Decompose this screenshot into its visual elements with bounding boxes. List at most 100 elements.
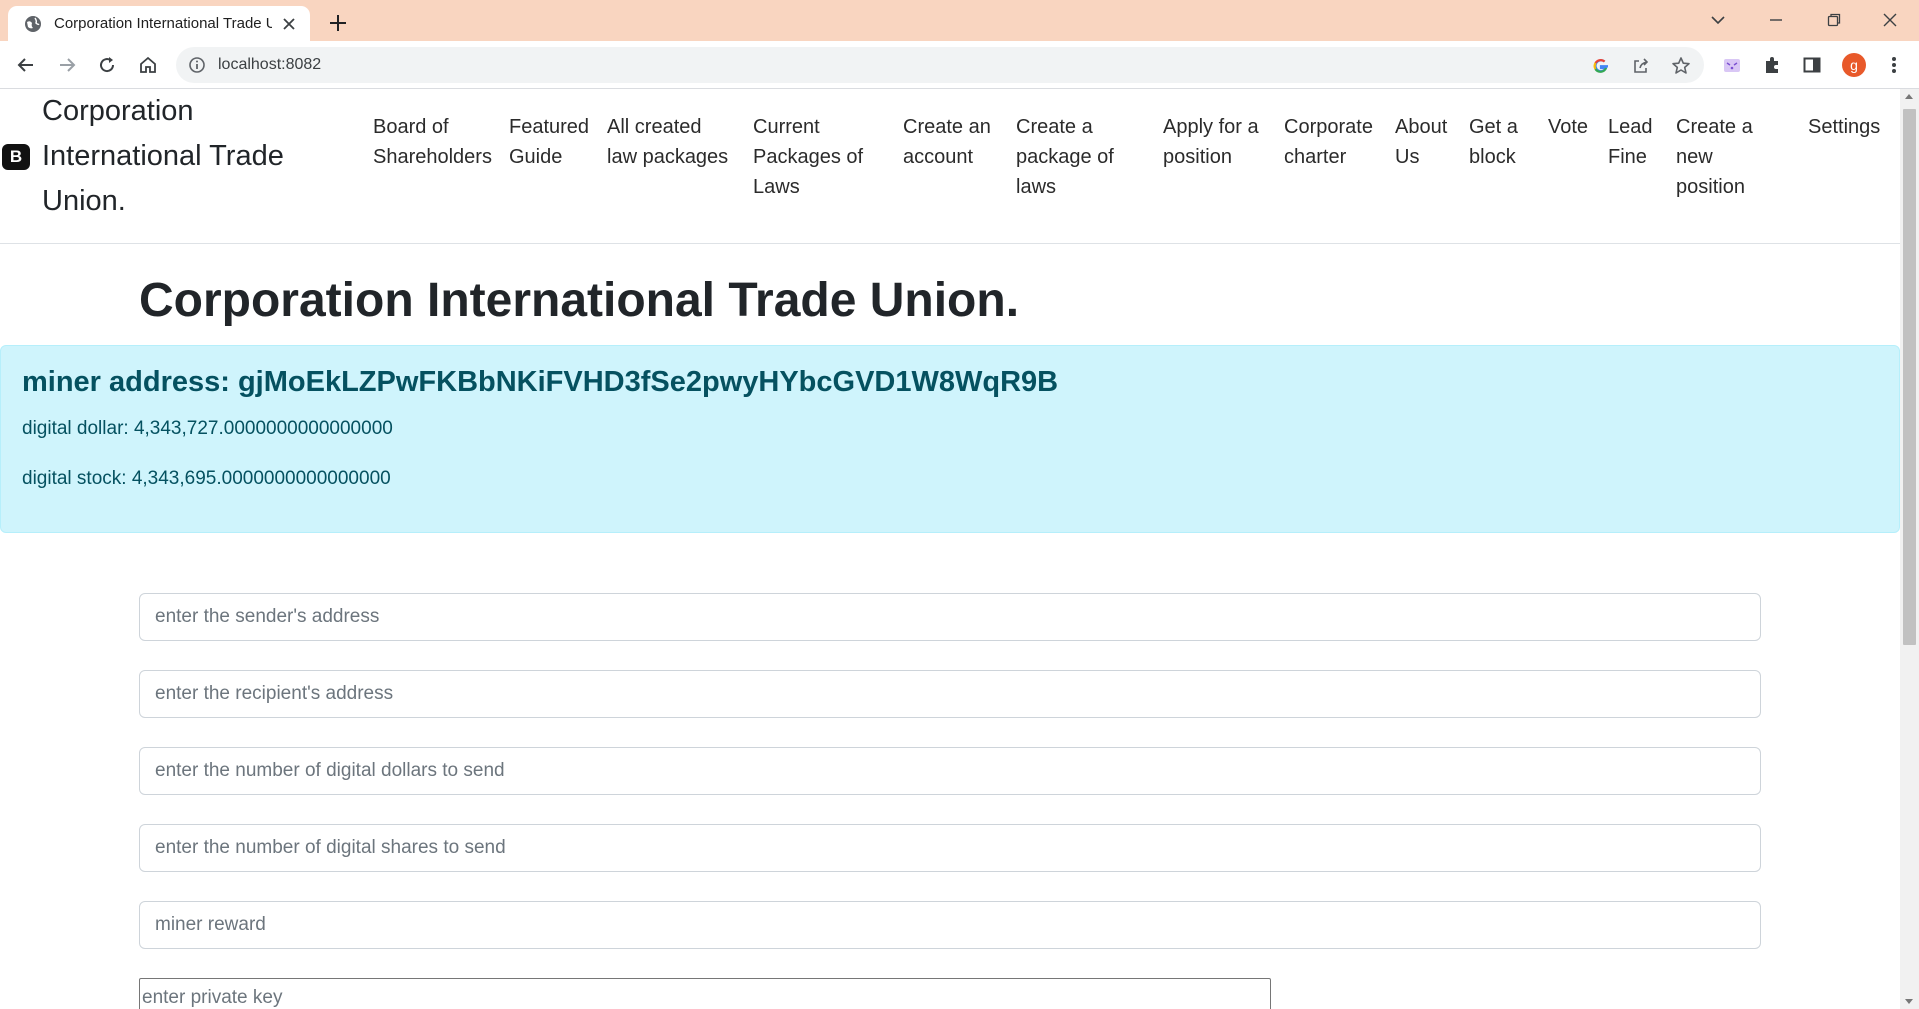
share-icon <box>1634 58 1649 73</box>
side-panel-button[interactable] <box>1798 51 1826 79</box>
nav-link-featured-guide[interactable]: Featured Guide <box>509 112 589 172</box>
minimize-icon <box>1770 19 1782 21</box>
page-title: Corporation International Trade Union. <box>139 274 1020 327</box>
nav-link-line: law packages <box>607 146 729 168</box>
bootstrap-logo-icon[interactable]: B <box>2 144 30 170</box>
nav-link-line: position <box>1676 176 1745 198</box>
profile-avatar[interactable]: g <box>1842 53 1866 77</box>
arrow-left-icon <box>17 58 33 72</box>
page-viewport: B Corporation International Trade Union.… <box>0 89 1900 1009</box>
back-button[interactable] <box>12 51 40 79</box>
scrollbar-thumb[interactable] <box>1903 109 1916 645</box>
extension-cat-icon <box>1724 59 1740 72</box>
nav-link-get-a-block[interactable]: Get a block <box>1469 112 1518 172</box>
google-icon <box>1593 59 1608 73</box>
nav-link-line: Create a <box>1676 116 1753 138</box>
nav-link-line: Current <box>753 116 820 138</box>
miner-info-alert: miner address: gjMoEkLZPwFKBbNKiFVHD3fSe… <box>0 345 1900 533</box>
nav-link-line: account <box>903 146 974 168</box>
nav-link-create-a-new-position[interactable]: Create a new position <box>1676 112 1753 202</box>
share-button[interactable] <box>1630 55 1652 77</box>
sender-address-input[interactable] <box>139 593 1761 641</box>
nav-link-apply-for-a-position[interactable]: Apply for a position <box>1163 112 1259 172</box>
nav-link-all-created-law-packages[interactable]: All created law packages <box>607 112 728 172</box>
nav-link-line: Shareholders <box>373 146 492 168</box>
scroll-down-arrow-icon[interactable] <box>1905 999 1913 1004</box>
scroll-up-arrow-icon[interactable] <box>1905 94 1913 99</box>
site-navbar: B Corporation International Trade Union.… <box>0 89 1900 244</box>
brand-name[interactable]: Corporation International Trade Union. <box>42 89 332 224</box>
nav-link-line: position <box>1163 146 1232 168</box>
digital-dollars-amount-input[interactable] <box>139 747 1761 795</box>
restore-button[interactable] <box>1810 4 1858 36</box>
kebab-menu-icon <box>1892 57 1896 73</box>
nav-link-create-an-account[interactable]: Create an account <box>903 112 991 172</box>
bookmark-button[interactable] <box>1670 55 1692 77</box>
private-key-input[interactable] <box>139 978 1271 1009</box>
browser-tab-strip: Corporation International Trade Union. <box>0 0 1919 41</box>
digital-shares-amount-input[interactable] <box>139 824 1761 872</box>
nav-link-line: Apply for a <box>1163 116 1259 138</box>
address-bar[interactable]: localhost:8082 <box>176 47 1704 83</box>
globe-icon <box>25 15 41 32</box>
nav-link-line: package of <box>1016 146 1114 168</box>
nav-link-create-a-package-of-laws[interactable]: Create a package of laws <box>1016 112 1114 202</box>
nav-link-line: Lead <box>1608 116 1653 138</box>
close-tab-icon[interactable] <box>280 15 298 33</box>
browser-menu-button[interactable] <box>1880 51 1908 79</box>
close-icon <box>1883 13 1897 27</box>
puzzle-icon <box>1766 57 1778 73</box>
nav-link-line: About <box>1395 116 1448 138</box>
nav-link-current-packages-of-laws[interactable]: Current Packages of Laws <box>753 112 863 202</box>
digital-dollar-balance: digital dollar: 4,343,727.00000000000000… <box>22 418 393 439</box>
tab-title: Corporation International Trade Union. <box>54 15 272 32</box>
google-lens-button[interactable] <box>1590 55 1612 77</box>
browser-toolbar: localhost:8082 g <box>0 41 1919 89</box>
minimize-button[interactable] <box>1752 4 1800 36</box>
page-scrollbar[interactable] <box>1900 89 1919 1009</box>
nav-link-settings[interactable]: Settings <box>1808 112 1880 142</box>
home-button[interactable] <box>134 51 162 79</box>
nav-link-line: Packages of <box>753 146 864 168</box>
arrow-right-icon <box>60 58 76 72</box>
nav-link-line: Guide <box>509 146 563 168</box>
restore-icon <box>1827 13 1841 27</box>
miner-reward-input[interactable] <box>139 901 1761 949</box>
nav-link-line: All created <box>607 116 702 138</box>
nav-link-line: block <box>1469 146 1516 168</box>
nav-link-vote[interactable]: Vote <box>1548 112 1588 142</box>
chevron-down-icon <box>1711 16 1725 25</box>
url-text: localhost:8082 <box>218 56 322 73</box>
reload-icon <box>100 57 115 73</box>
nav-link-line: Vote <box>1548 116 1589 138</box>
forward-button[interactable] <box>53 51 81 79</box>
nav-link-board-of-shareholders[interactable]: Board of Shareholders <box>373 112 492 172</box>
nav-link-corporate-charter[interactable]: Corporate charter <box>1284 112 1373 172</box>
close-window-button[interactable] <box>1866 4 1914 36</box>
nav-link-lead-fine[interactable]: Lead Fine <box>1608 112 1653 172</box>
reload-button[interactable] <box>93 51 121 79</box>
nav-link-line: Create an <box>903 116 991 138</box>
info-icon[interactable] <box>188 56 206 74</box>
nav-link-line: Us <box>1395 146 1420 168</box>
new-tab-button[interactable] <box>324 9 352 37</box>
home-icon <box>140 56 156 73</box>
recipient-address-input[interactable] <box>139 670 1761 718</box>
star-icon <box>1672 57 1690 74</box>
brand-line: Union. <box>42 185 126 217</box>
nav-link-line: Get a <box>1469 116 1518 138</box>
extension-button[interactable] <box>1718 51 1746 79</box>
tab-search-button[interactable] <box>1694 4 1742 36</box>
nav-link-line: Settings <box>1808 116 1881 138</box>
nav-link-line: Fine <box>1608 146 1647 168</box>
brand-line: Corporation <box>42 95 194 127</box>
digital-stock-balance: digital stock: 4,343,695.000000000000000… <box>22 468 391 489</box>
nav-link-line: new <box>1676 146 1713 168</box>
extensions-button[interactable] <box>1758 51 1786 79</box>
nav-link-line: charter <box>1284 146 1347 168</box>
miner-address: miner address: gjMoEkLZPwFKBbNKiFVHD3fSe… <box>22 366 1059 398</box>
browser-tab[interactable]: Corporation International Trade Union. <box>8 6 310 41</box>
nav-link-about-us[interactable]: About Us <box>1395 112 1447 172</box>
side-panel-icon <box>1803 57 1821 73</box>
brand-line: International Trade <box>42 140 284 172</box>
